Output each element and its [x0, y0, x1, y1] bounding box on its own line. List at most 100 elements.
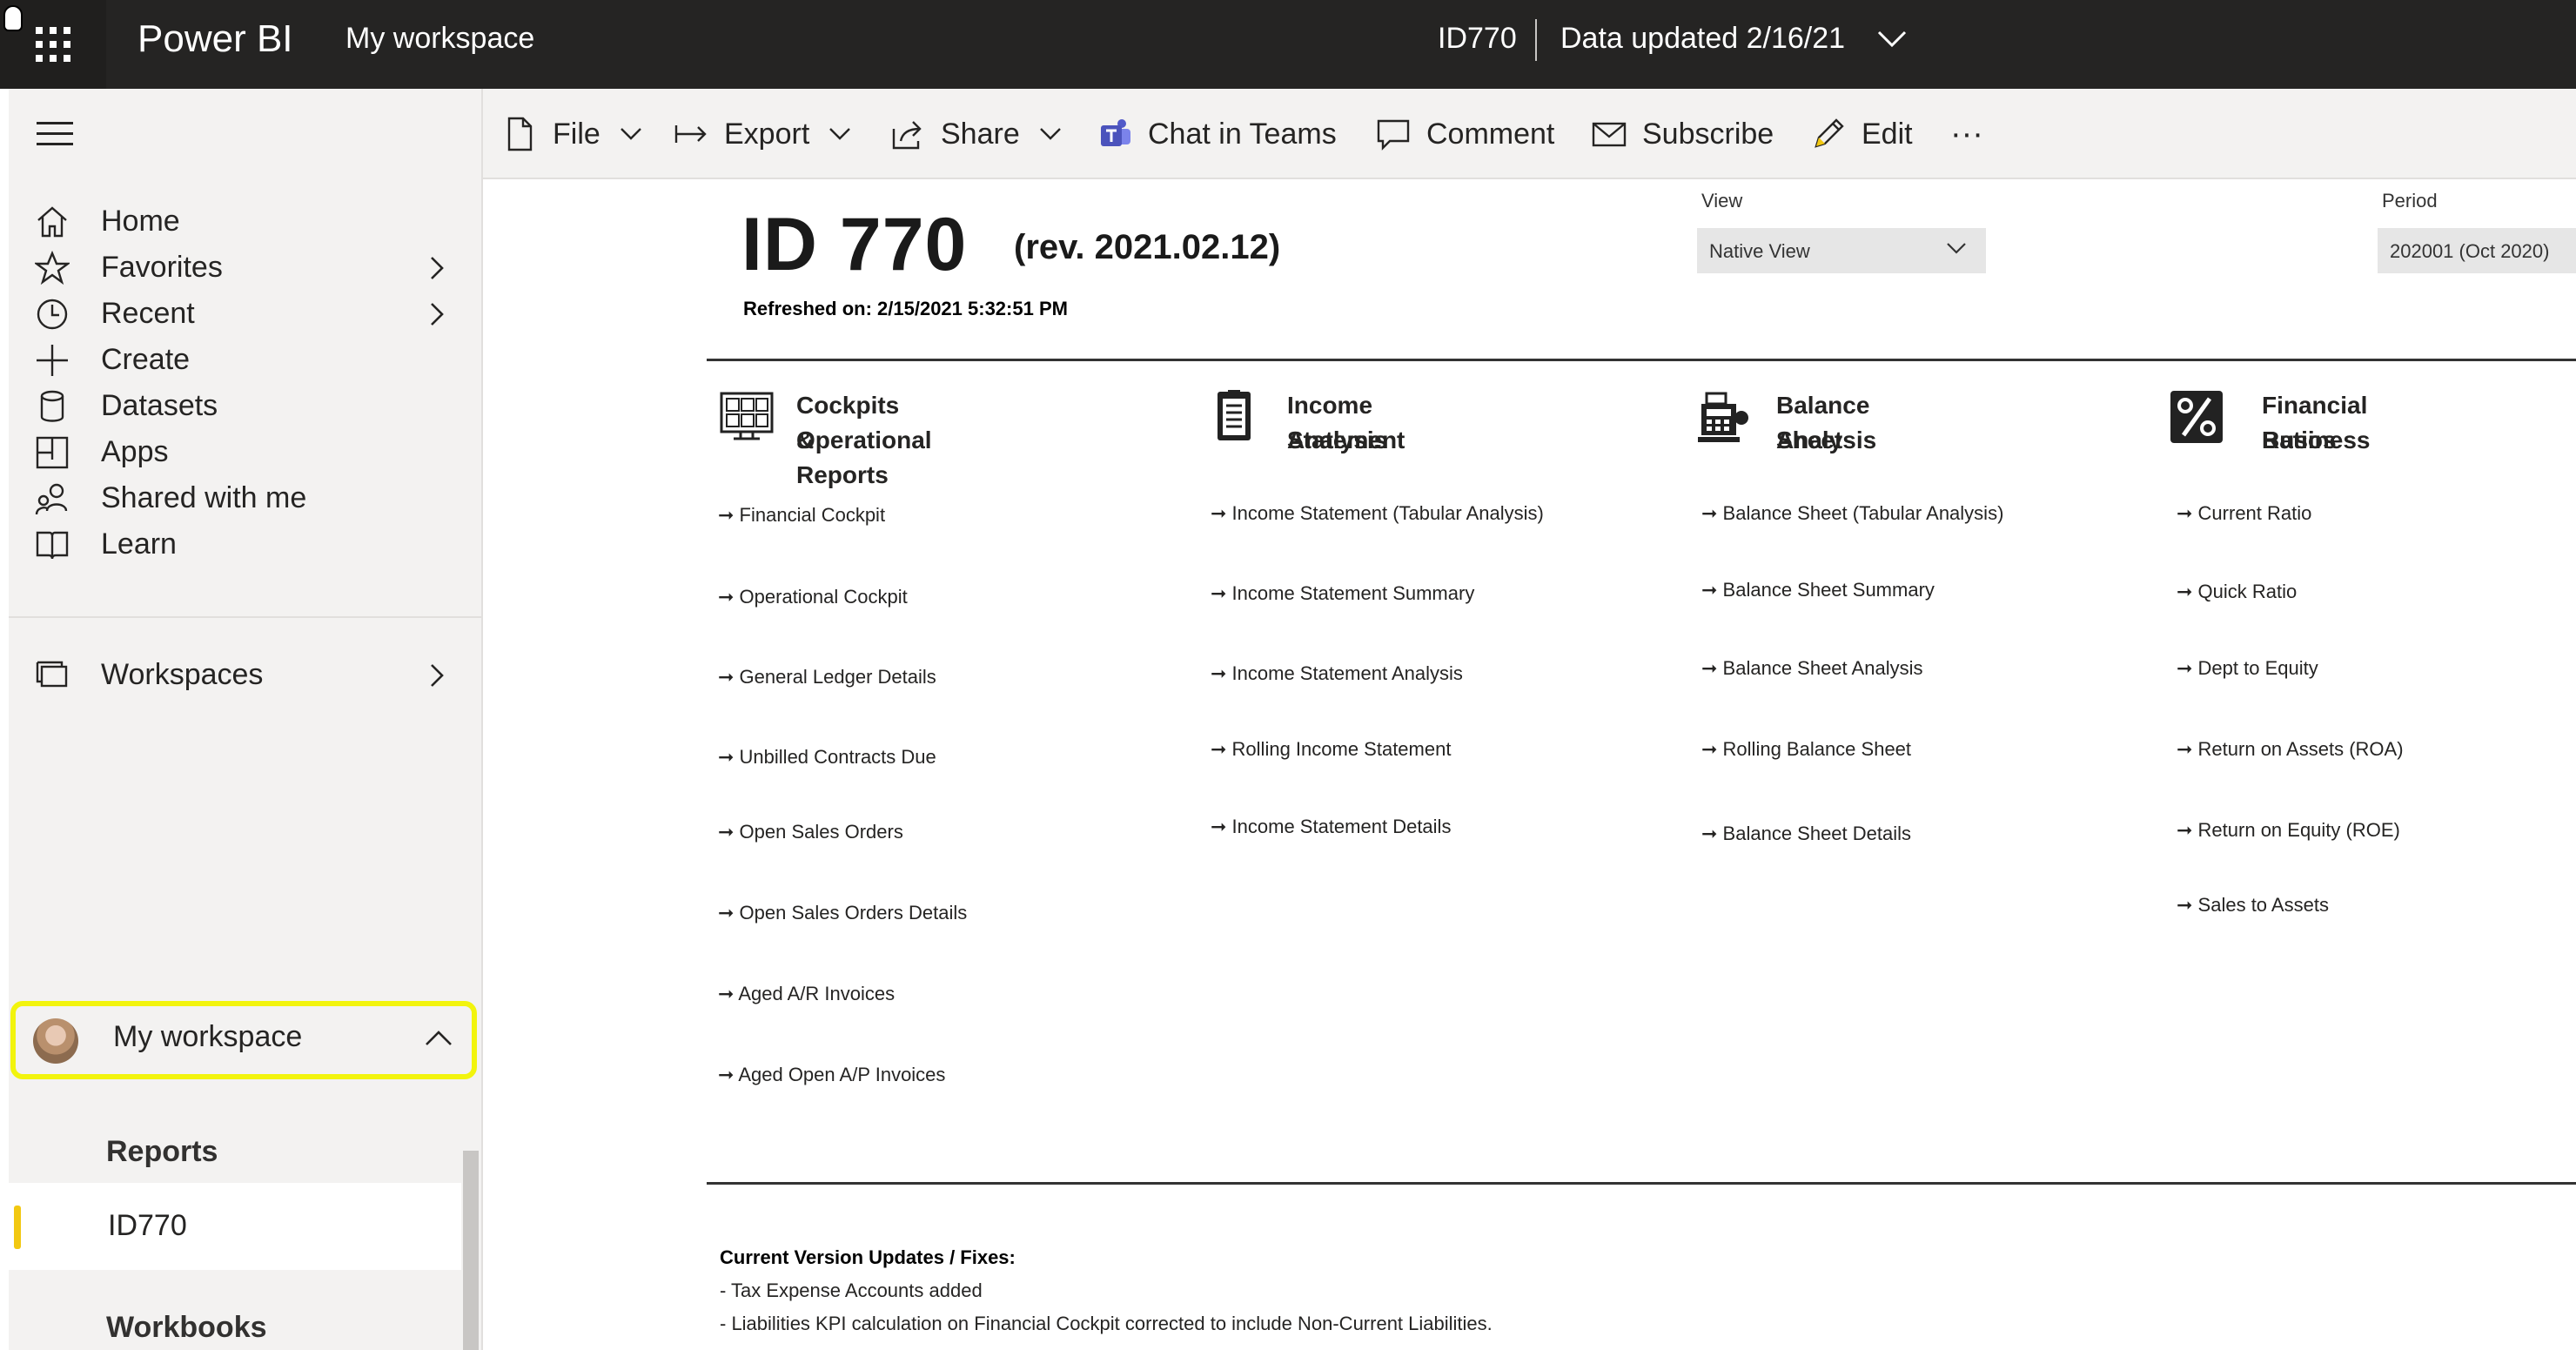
comment-icon — [1377, 119, 1410, 151]
report-revision: (rev. 2021.02.12) — [1014, 228, 1281, 266]
link-open-sales-orders[interactable]: ➞ Open Sales Orders — [718, 821, 903, 843]
nav-label-workspaces: Workspaces — [101, 658, 264, 691]
link-unbilled-contracts[interactable]: ➞ Unbilled Contracts Due — [718, 746, 936, 769]
period-slicer-value: 202001 (Oct 2020) — [2390, 240, 2550, 262]
hamburger-menu-icon[interactable] — [37, 122, 73, 148]
report-canvas: ID 770 (rev. 2021.02.12) Refreshed on: 2… — [485, 179, 2576, 1350]
pencil-icon — [1815, 118, 1844, 148]
view-slicer-label: View — [1701, 190, 1743, 212]
chat-in-teams-button[interactable]: Chat in Teams — [1097, 115, 1337, 153]
chevron-up-icon[interactable] — [423, 1025, 454, 1051]
link-aged-ap-invoices[interactable]: ➞ Aged Open A/P Invoices — [718, 1064, 945, 1086]
export-label: Export — [724, 117, 810, 151]
avatar — [33, 1018, 78, 1064]
mouse-cursor-icon — [3, 5, 23, 31]
mail-icon — [1592, 122, 1627, 147]
book-icon — [36, 531, 69, 560]
link-income-statement-analysis[interactable]: ➞ Income Statement Analysis — [1211, 662, 1463, 685]
share-icon — [892, 121, 922, 150]
left-navigation: Home Favorites Recent Create Datasets Ap… — [9, 89, 483, 1350]
edit-button[interactable]: Edit — [1811, 115, 1913, 153]
data-updated-label[interactable]: Data updated 2/16/21 — [1560, 22, 1845, 56]
reports-section-label: Reports — [106, 1135, 218, 1168]
link-return-on-equity[interactable]: ➞ Return on Equity (ROE) — [2177, 819, 2400, 842]
register-icon — [1698, 392, 1748, 442]
breadcrumb-workspace[interactable]: My workspace — [345, 22, 534, 56]
link-debt-to-equity[interactable]: ➞ Dept to Equity — [2177, 657, 2318, 680]
share-menu-button[interactable]: Share — [890, 115, 1062, 153]
period-slicer-dropdown[interactable]: 202001 (Oct 2020) — [2378, 228, 2576, 273]
report-name[interactable]: ID770 — [1438, 22, 1517, 56]
my-workspace-nav-item[interactable]: My workspace — [10, 1001, 477, 1079]
nav-divider — [9, 616, 483, 618]
chevron-down-icon — [620, 128, 641, 140]
title-separator — [1535, 19, 1537, 61]
chevron-right-icon[interactable] — [426, 662, 447, 689]
more-options-button[interactable]: ··· — [1950, 115, 1983, 153]
file-label: File — [553, 117, 600, 151]
section-title: Analysis — [1776, 426, 1877, 453]
link-return-on-assets[interactable]: ➞ Return on Assets (ROA) — [2177, 738, 2404, 761]
updates-title: Current Version Updates / Fixes: — [720, 1246, 1016, 1268]
chevron-right-icon[interactable] — [426, 254, 447, 282]
section-title: Operational Reports — [796, 426, 932, 488]
file-icon — [507, 117, 533, 151]
chevron-down-icon — [1947, 243, 1966, 254]
nav-item-learn[interactable]: Learn — [9, 510, 483, 580]
sidebar-item-label: ID770 — [108, 1209, 187, 1242]
export-icon — [674, 125, 707, 143]
view-slicer-dropdown[interactable]: Native View — [1697, 228, 1986, 273]
link-current-ratio[interactable]: ➞ Current Ratio — [2177, 502, 2311, 525]
period-slicer-label: Period — [2382, 190, 2438, 212]
header-divider — [707, 359, 2576, 361]
action-bar: File Export Share Chat in Teams Comment … — [483, 89, 2576, 179]
chevron-down-icon — [829, 128, 851, 140]
link-open-sales-orders-details[interactable]: ➞ Open Sales Orders Details — [718, 902, 967, 924]
nav-item-workspaces[interactable]: Workspaces — [9, 641, 483, 710]
view-slicer-value: Native View — [1709, 240, 1810, 262]
link-rolling-income-statement[interactable]: ➞ Rolling Income Statement — [1211, 738, 1451, 761]
more-options-icon: ··· — [1950, 115, 1983, 152]
workbooks-section-label: Workbooks — [106, 1311, 267, 1344]
workspaces-icon — [36, 661, 68, 688]
subscribe-button[interactable]: Subscribe — [1592, 115, 1774, 153]
footer-divider — [707, 1182, 2576, 1185]
section-title: Analysis — [1287, 426, 1388, 453]
link-sales-to-assets[interactable]: ➞ Sales to Assets — [2177, 894, 2329, 917]
link-income-statement-tabular[interactable]: ➞ Income Statement (Tabular Analysis) — [1211, 502, 1544, 525]
clipboard-icon — [1218, 390, 1251, 440]
comment-button[interactable]: Comment — [1376, 115, 1554, 153]
link-quick-ratio[interactable]: ➞ Quick Ratio — [2177, 581, 2297, 603]
link-general-ledger-details[interactable]: ➞ General Ledger Details — [718, 666, 936, 688]
link-balance-sheet-tabular[interactable]: ➞ Balance Sheet (Tabular Analysis) — [1701, 502, 2003, 525]
link-operational-cockpit[interactable]: ➞ Operational Cockpit — [718, 586, 908, 608]
top-bar: Power BI My workspace ID770 Data updated… — [0, 0, 2576, 89]
my-workspace-label: My workspace — [113, 1020, 303, 1053]
section-title: Ratios — [2262, 426, 2337, 453]
link-balance-sheet-analysis[interactable]: ➞ Balance Sheet Analysis — [1701, 657, 1922, 680]
share-label: Share — [941, 117, 1020, 151]
link-financial-cockpit[interactable]: ➞ Financial Cockpit — [718, 504, 885, 527]
chevron-down-icon[interactable] — [1875, 23, 1909, 54]
link-aged-ar-invoices[interactable]: ➞ Aged A/R Invoices — [718, 983, 895, 1005]
nav-label-learn: Learn — [101, 527, 177, 561]
link-balance-sheet-summary[interactable]: ➞ Balance Sheet Summary — [1701, 579, 1935, 601]
percent-icon — [2170, 391, 2223, 443]
chevron-right-icon[interactable] — [426, 300, 447, 328]
comment-label: Comment — [1426, 117, 1555, 151]
brand-name[interactable]: Power BI — [138, 17, 293, 61]
nav-scrollbar[interactable] — [463, 1151, 479, 1350]
update-line: - Tax Expense Accounts added — [720, 1279, 983, 1301]
edit-label: Edit — [1862, 117, 1913, 151]
file-menu-button[interactable]: File — [502, 115, 642, 153]
dashboard-icon — [720, 392, 774, 440]
sidebar-item-id770[interactable]: ID770 — [9, 1183, 461, 1270]
link-income-statement-details[interactable]: ➞ Income Statement Details — [1211, 816, 1451, 838]
chat-label: Chat in Teams — [1148, 117, 1337, 151]
link-balance-sheet-details[interactable]: ➞ Balance Sheet Details — [1701, 823, 1911, 845]
link-rolling-balance-sheet[interactable]: ➞ Rolling Balance Sheet — [1701, 738, 1911, 761]
report-title: ID 770 — [741, 203, 968, 286]
link-income-statement-summary[interactable]: ➞ Income Statement Summary — [1211, 582, 1474, 605]
update-line: - Liabilities KPI calculation on Financi… — [720, 1313, 1493, 1334]
export-menu-button[interactable]: Export — [674, 115, 851, 153]
